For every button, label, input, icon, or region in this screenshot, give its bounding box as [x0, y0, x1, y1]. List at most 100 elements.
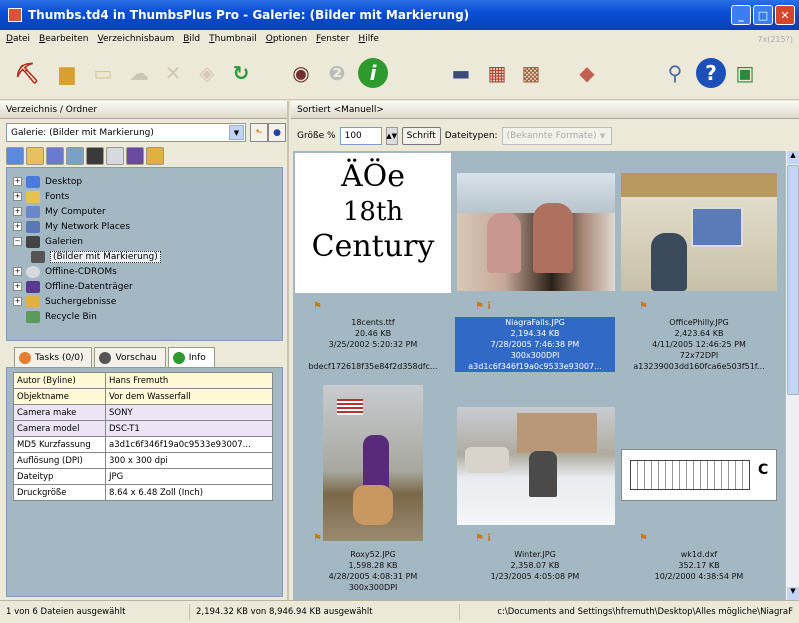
contact-sheet-icon[interactable]: ▦ [482, 58, 512, 88]
tree-node-network[interactable]: + My Network Places [13, 219, 282, 234]
search-icon[interactable]: ⚲ [660, 58, 690, 88]
info-row: Druckgröße 8.64 x 6.48 Zoll (Inch) [13, 484, 273, 501]
scanner-icon[interactable]: ⛏ [12, 58, 42, 88]
size-stepper[interactable]: ▲▼ [385, 127, 398, 145]
scrollbar-thumb[interactable] [787, 165, 799, 395]
scroll-up-icon[interactable]: ▲ [787, 151, 799, 164]
menu-optionen[interactable]: Optionen [266, 34, 307, 44]
go-button[interactable]: ● [268, 123, 286, 142]
info-row: Objektname Vor dem Wasserfall [13, 388, 273, 405]
flag-icon: ⚑ [313, 533, 322, 544]
copy-icon[interactable]: ▭ [88, 58, 118, 88]
tree-node-desktop[interactable]: + Desktop [13, 174, 282, 189]
vertical-scrollbar[interactable]: ▲ ▼ [785, 151, 799, 600]
info-key: Camera model [13, 420, 106, 437]
folder-pane-title: Verzeichnis / Ordner [0, 101, 287, 119]
info-row: Auflösung (DPI) 300 x 300 dpi [13, 452, 273, 469]
expand-icon[interactable]: + [13, 297, 22, 306]
expand-icon[interactable]: + [13, 207, 22, 216]
refresh-icon[interactable]: ↻ [226, 58, 256, 88]
tab-tree-disks[interactable] [106, 147, 124, 165]
view-eye-icon[interactable]: ◉ [286, 58, 316, 88]
thumbnail-item[interactable]: ⚑ OfficePhilly.JPG 2,423.64 KB 4/11/2005… [619, 153, 779, 383]
tab-tree-favorites[interactable] [26, 147, 44, 165]
up-level-button[interactable]: ⬑ [250, 123, 268, 142]
info-value[interactable]: DSC-T1 [105, 420, 273, 437]
expand-icon[interactable]: + [13, 282, 22, 291]
scroll-down-icon[interactable]: ▼ [787, 587, 799, 600]
print-icon[interactable]: ▩ [516, 58, 546, 88]
delete-icon[interactable]: ✕ [158, 58, 188, 88]
gallery-combo[interactable]: Galerie: (Bilder mit Markierung) ▼ [6, 123, 246, 142]
font-button[interactable]: Schrift [401, 127, 441, 145]
tree-node-offline-datentraeger[interactable]: + Offline-Datenträger [13, 279, 282, 294]
menu-bearbeiten[interactable]: Bearbeiten [39, 34, 88, 44]
about-icon[interactable]: ▣ [730, 58, 760, 88]
thumbnail-item[interactable]: ÄÖe 18th Century ⚑ 18cents.ttf 20.46 KB … [293, 153, 453, 383]
photo-roxy [323, 385, 423, 541]
collapse-icon[interactable]: − [13, 237, 22, 246]
thumbnail-item-selected[interactable]: ⚑ i NiagraFalls.JPG 2,194.34 KB 7/28/200… [455, 153, 615, 383]
move-icon[interactable]: ☁ [124, 58, 154, 88]
help-icon[interactable]: ? [696, 58, 726, 88]
tab-tree-offline[interactable] [126, 147, 144, 165]
folder-icon[interactable]: ▆ [52, 58, 82, 88]
menu-hilfe[interactable]: Hilfe [358, 34, 379, 44]
info-value[interactable]: JPG [105, 468, 273, 485]
thumbnail-meta: NiagraFalls.JPG 2,194.34 KB 7/28/2005 7:… [455, 317, 615, 372]
tab-tree-search[interactable] [46, 147, 64, 165]
expand-icon[interactable]: + [13, 192, 22, 201]
size-input[interactable]: 100 [339, 127, 382, 145]
tag-icon[interactable]: ◈ [192, 58, 222, 88]
slideshow-icon[interactable]: ❷ [322, 58, 352, 88]
info-value[interactable]: 8.64 x 6.48 Zoll (Inch) [105, 484, 273, 501]
thumbnail-item[interactable]: C ⚑ wk1d.dxf 352.17 KB 10/2/2000 4:38:54… [619, 385, 779, 615]
chevron-down-icon: ▼ [599, 132, 606, 140]
monitor-icon[interactable]: ▬ [446, 58, 476, 88]
tree-node-galerien[interactable]: − Galerien [13, 234, 282, 249]
thumbnail-item[interactable]: ⚑ i Winter.JPG 2,358.07 KB 1/23/2005 4:0… [455, 385, 615, 615]
info-value[interactable]: SONY [105, 404, 273, 421]
cd-icon [26, 265, 40, 278]
maximize-button[interactable]: □ [753, 5, 773, 25]
expand-icon[interactable]: + [13, 177, 22, 186]
close-button[interactable]: ✕ [775, 5, 795, 25]
tab-tree-keywords[interactable] [66, 147, 84, 165]
tree-node-fonts[interactable]: + Fonts [13, 189, 282, 204]
tab-info[interactable]: Info [167, 347, 215, 367]
thumbnail-meta: Roxy52.JPG 1,598.28 KB 4/28/2005 4:08:31… [328, 550, 418, 592]
info-icon[interactable]: i [358, 58, 388, 88]
app-icon [8, 8, 22, 22]
eraser-icon[interactable]: ◆ [572, 58, 602, 88]
menu-bild[interactable]: Bild [183, 34, 200, 44]
tab-tree-folders[interactable] [6, 147, 24, 165]
chevron-down-icon[interactable]: ▼ [229, 125, 244, 140]
thumbnail-item[interactable]: ⚑ Roxy52.JPG 1,598.28 KB 4/28/2005 4:08:… [293, 385, 453, 615]
sort-label[interactable]: Sortiert <Manuell> [291, 101, 799, 119]
tree-node-offline-cdroms[interactable]: + Offline-CDROMs [13, 264, 282, 279]
info-value[interactable]: Vor dem Wasserfall [105, 388, 273, 405]
tab-vorschau[interactable]: Vorschau [94, 347, 166, 367]
menu-datei[interactable]: Datei [6, 34, 30, 44]
tree-node-recycle-bin[interactable]: Recycle Bin [13, 309, 282, 324]
menu-thumbnail[interactable]: Thumbnail [209, 34, 257, 44]
tree-node-bilder-mit-markierung[interactable]: (Bilder mit Markierung) [13, 249, 282, 264]
menu-verzeichnisbaum[interactable]: Verzeichnisbaum [98, 34, 175, 44]
expand-icon[interactable]: + [13, 267, 22, 276]
tree-node-suchergebnisse[interactable]: + Suchergebnisse [13, 294, 282, 309]
tab-tree-recent[interactable] [146, 147, 164, 165]
tree-node-my-computer[interactable]: + My Computer [13, 204, 282, 219]
drawing-dxf-preview: C [621, 449, 777, 501]
info-value[interactable]: Hans Fremuth [105, 372, 273, 389]
info-key: Auflösung (DPI) [13, 452, 106, 469]
menu-fenster[interactable]: Fenster [316, 34, 349, 44]
tab-tasks[interactable]: Tasks (0/0) [14, 347, 93, 367]
info-value[interactable]: 300 x 300 dpi [105, 452, 273, 469]
info-value[interactable]: a3d1c6f346f19a0c9533e93007... [105, 436, 273, 453]
computer-icon [26, 205, 40, 218]
expand-icon[interactable]: + [13, 222, 22, 231]
gallery-icon [31, 250, 45, 263]
minimize-button[interactable]: _ [731, 5, 751, 25]
flag-icon: ⚑ [313, 301, 322, 312]
tab-tree-galleries[interactable] [86, 147, 104, 165]
